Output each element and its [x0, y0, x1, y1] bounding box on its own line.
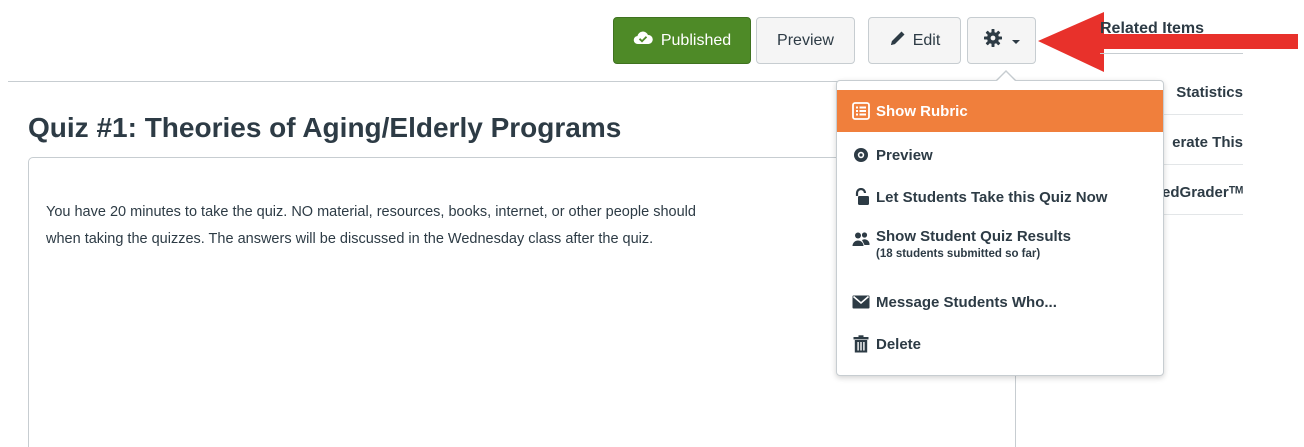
cloud-check-icon: [633, 30, 653, 51]
menu-item-show-rubric[interactable]: Show Rubric: [837, 90, 1163, 132]
trash-icon: [852, 335, 870, 353]
preview-label: Preview: [777, 31, 834, 49]
menu-item-label: Show Rubric: [876, 102, 968, 120]
menu-item-label: Let Students Take this Quiz Now: [876, 188, 1108, 206]
submission-count: (18 students submitted so far): [876, 248, 1041, 260]
gear-icon: [983, 28, 1003, 53]
description-line: You have 20 minutes to take the quiz. NO…: [46, 204, 696, 220]
settings-menu-button[interactable]: [967, 17, 1036, 64]
menu-item-message-students[interactable]: Message Students Who...: [837, 288, 1163, 316]
menu-item-let-students-take-quiz[interactable]: Let Students Take this Quiz Now: [837, 183, 1163, 211]
rubric-icon: [852, 102, 870, 120]
menu-item-delete[interactable]: Delete: [837, 330, 1163, 358]
quiz-description: You have 20 minutes to take the quiz. NO…: [46, 199, 846, 253]
preview-icon: [852, 146, 870, 164]
unlock-icon: [852, 188, 870, 206]
menu-item-label: Show Student Quiz Results: [876, 228, 1072, 245]
menu-item-preview[interactable]: Preview: [837, 141, 1163, 169]
menu-item-label: Preview: [876, 146, 933, 164]
pencil-icon: [889, 29, 907, 52]
related-items-heading: Related Items: [1100, 20, 1205, 37]
published-button[interactable]: Published: [613, 17, 751, 64]
edit-button[interactable]: Edit: [868, 17, 961, 64]
caret-down-icon: [1011, 32, 1021, 50]
edit-label: Edit: [912, 31, 941, 49]
page-title: Quiz #1: Theories of Aging/Elderly Progr…: [28, 112, 622, 143]
menu-item-show-student-results[interactable]: Show Student Quiz Results (18 students s…: [837, 228, 1163, 274]
sidebar-divider: [1100, 53, 1243, 54]
users-icon: [852, 230, 870, 248]
dropdown-caret-inner: [997, 72, 1015, 81]
menu-item-label: Message Students Who...: [876, 293, 1057, 311]
menu-item-text: Show Student Quiz Results (18 students s…: [876, 228, 1071, 260]
description-line: when taking the quizzes. The answers wil…: [46, 231, 654, 247]
menu-item-label: Delete: [876, 335, 922, 353]
preview-button[interactable]: Preview: [756, 17, 855, 64]
published-label: Published: [660, 31, 732, 49]
envelope-icon: [852, 293, 870, 311]
